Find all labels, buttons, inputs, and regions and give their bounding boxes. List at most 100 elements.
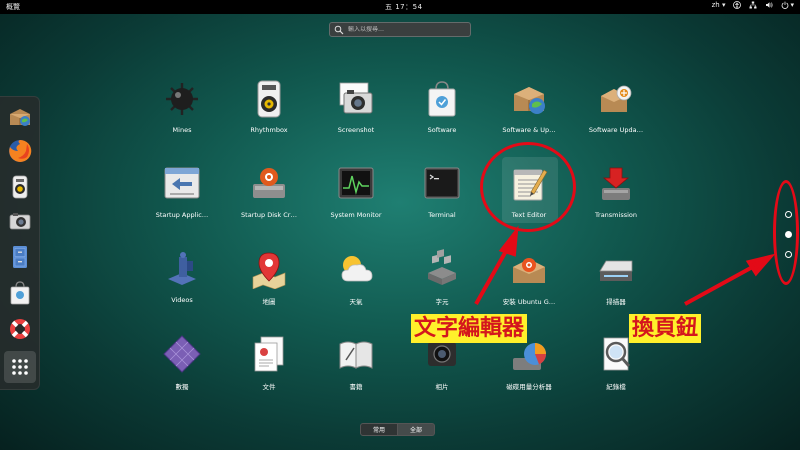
clock[interactable]: 五 17：54 — [385, 2, 423, 12]
app-label: 磁碟用量分析器 — [506, 383, 552, 391]
sudoku-icon — [163, 335, 201, 373]
app-label: 紀錄檔 — [606, 383, 626, 391]
app-weather[interactable]: 天氣 — [311, 248, 401, 318]
app-label: Screenshot — [337, 126, 375, 134]
app-transmission[interactable]: Transmission — [571, 163, 661, 233]
file-cabinet-icon — [13, 246, 27, 268]
app-rhythmbox[interactable]: Rhythmbox — [224, 78, 314, 148]
help-lifebuoy-icon — [10, 319, 30, 339]
terminal-icon — [424, 167, 460, 199]
dash-firefox[interactable] — [6, 137, 34, 165]
app-startup-applications[interactable]: Startup Applic… — [137, 163, 227, 233]
dash-software[interactable] — [6, 279, 34, 307]
app-logs[interactable]: 紀錄檔 — [571, 333, 661, 403]
system-monitor-icon — [338, 167, 374, 199]
app-screenshot[interactable]: Screenshot — [311, 78, 401, 148]
annotation-text-editor-circle — [480, 142, 576, 232]
firefox-icon — [9, 139, 32, 162]
app-label: 掃描器 — [606, 298, 626, 306]
annotation-text-editor-label: 文字編輯器 — [411, 314, 528, 343]
annotation-page-dots-circle — [773, 180, 799, 285]
app-software-updater[interactable]: Software Upda… — [571, 78, 661, 148]
dash-software-sources[interactable] — [6, 103, 34, 131]
transmission-icon — [602, 167, 630, 200]
software-updater-icon — [601, 85, 632, 112]
app-label: Transmission — [595, 211, 637, 219]
annotation-page-buttons-label: 換頁鈕 — [629, 314, 702, 343]
mines-icon — [166, 83, 198, 115]
camera-icon — [9, 213, 31, 230]
app-label: 天氣 — [349, 298, 363, 306]
tab-frequent[interactable]: 常用 — [360, 423, 399, 436]
maps-icon — [252, 252, 286, 289]
rhythmbox-icon — [257, 80, 281, 118]
rhythmbox-icon — [12, 175, 28, 199]
app-label: Startup Applic… — [155, 211, 209, 219]
books-icon — [339, 341, 373, 369]
startup-applications-icon — [164, 167, 200, 199]
search-box[interactable] — [329, 22, 471, 37]
search-icon — [334, 25, 344, 34]
app-videos[interactable]: Videos — [137, 248, 227, 318]
show-applications-button[interactable] — [4, 351, 36, 383]
software-icon — [428, 81, 456, 117]
documents-icon — [254, 336, 284, 372]
language-indicator[interactable]: zh ▾ — [712, 1, 726, 9]
app-label: 相片 — [435, 383, 449, 391]
software-sources-icon — [514, 87, 545, 114]
startup-disk-creator-icon — [253, 168, 285, 198]
app-label: 數獨 — [175, 383, 189, 391]
videos-icon — [168, 252, 196, 285]
app-software-sources[interactable]: Software & Up… — [484, 78, 574, 148]
network-icon[interactable] — [749, 1, 757, 9]
dash-screenshot[interactable] — [6, 207, 34, 235]
app-label: 文件 — [262, 383, 276, 391]
dash-rhythmbox[interactable] — [6, 173, 34, 201]
install-ubuntu-icon — [513, 258, 545, 283]
volume-icon[interactable] — [765, 1, 773, 9]
software-bag-icon — [10, 281, 30, 305]
app-label: Software Upda… — [588, 126, 644, 134]
app-label: 地圖 — [262, 298, 276, 306]
screenshot-icon — [339, 82, 373, 114]
app-label: 書籍 — [349, 383, 363, 391]
app-label: Startup Disk Cr… — [241, 211, 297, 219]
app-software[interactable]: Software — [397, 78, 487, 148]
app-install-ubuntu[interactable]: 安裝 Ubuntu G… — [484, 248, 574, 318]
app-mines[interactable]: Mines — [137, 78, 227, 148]
app-label: Mines — [172, 126, 192, 134]
app-books[interactable]: 書籍 — [311, 333, 401, 403]
software-sources-icon — [10, 109, 30, 126]
app-photos[interactable]: 相片 — [397, 333, 487, 403]
app-view-switcher: 常用 全部 — [360, 423, 436, 436]
system-tray: zh ▾ ▾ — [712, 1, 794, 9]
search-input[interactable] — [348, 26, 458, 33]
characters-icon — [428, 249, 456, 285]
power-menu[interactable]: ▾ — [781, 1, 794, 9]
app-label: 安裝 Ubuntu G… — [502, 298, 556, 306]
activities-button[interactable]: 概覽 — [6, 2, 20, 12]
app-system-monitor[interactable]: System Monitor — [311, 163, 401, 233]
dash-help[interactable] — [6, 315, 34, 343]
app-label: 字元 — [435, 298, 449, 306]
dash-files[interactable] — [6, 243, 34, 271]
weather-icon — [341, 256, 373, 282]
app-label: System Monitor — [330, 211, 382, 219]
app-scanner[interactable]: 掃描器 — [571, 248, 661, 318]
tab-all[interactable]: 全部 — [398, 423, 436, 436]
app-label: Terminal — [428, 211, 456, 219]
grid-icon — [12, 359, 28, 375]
app-terminal[interactable]: Terminal — [397, 163, 487, 233]
accessibility-icon[interactable] — [733, 1, 742, 9]
app-sudoku[interactable]: 數獨 — [137, 333, 227, 403]
app-maps[interactable]: 地圖 — [224, 248, 314, 318]
app-startup-disk-creator[interactable]: Startup Disk Cr… — [224, 163, 314, 233]
top-bar: 概覽 五 17：54 zh ▾ ▾ — [0, 0, 800, 14]
app-documents[interactable]: 文件 — [224, 333, 314, 403]
app-label: Rhythmbox — [250, 126, 288, 134]
app-characters[interactable]: 字元 — [397, 248, 487, 318]
app-disk-usage-analyzer[interactable]: 磁碟用量分析器 — [484, 333, 574, 403]
app-label: Videos — [171, 296, 193, 304]
app-label: Software & Up… — [502, 126, 556, 134]
dash — [0, 96, 40, 390]
